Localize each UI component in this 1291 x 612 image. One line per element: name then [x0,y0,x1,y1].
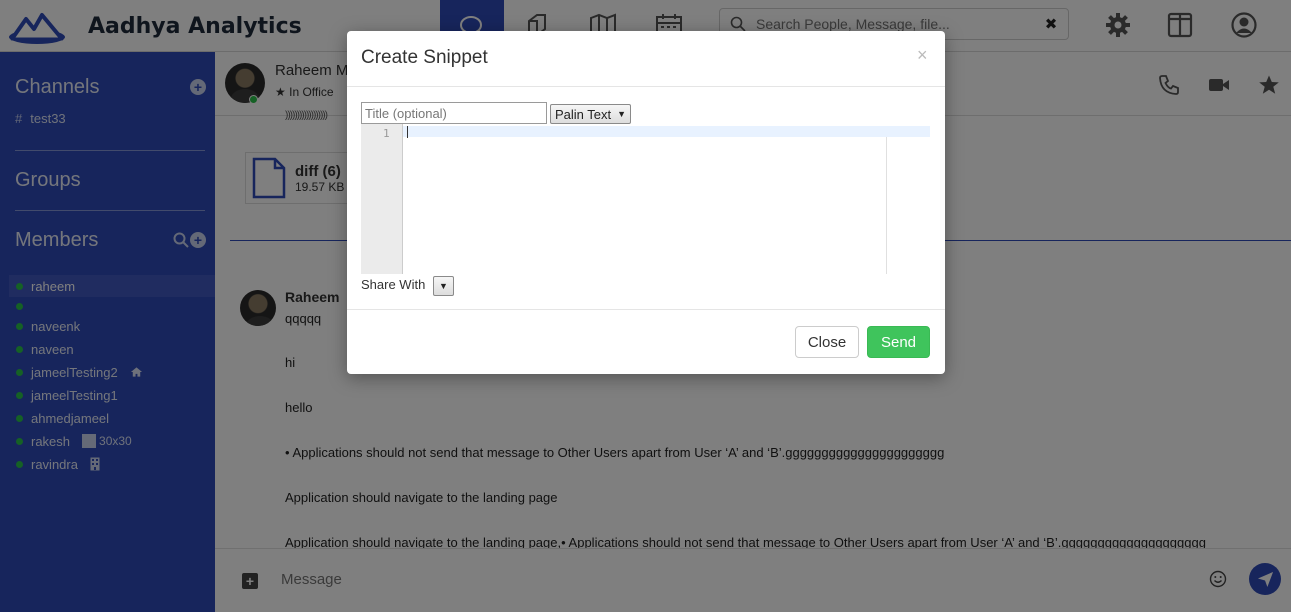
dialog-title: Create Snippet [361,47,488,68]
close-button[interactable]: Close [795,326,859,358]
active-line-highlight [403,126,930,137]
snippet-title-input[interactable] [361,102,547,124]
dropdown-arrow-icon: ▼ [439,281,448,291]
line-number: 1 [383,127,390,140]
text-cursor [407,126,408,138]
editor-gutter [361,124,403,274]
create-snippet-dialog: Create Snippet × Palin Text ▼ 1 Share Wit… [347,31,945,374]
editor-scrollbar[interactable] [886,137,887,274]
dropdown-arrow-icon: ▼ [617,109,627,119]
share-with-label: Share With [361,277,426,292]
dialog-footer-divider [347,309,945,310]
dialog-header-divider [347,86,945,87]
language-select[interactable]: Palin Text ▼ [550,104,632,124]
share-with-select[interactable]: ▼ [433,276,454,296]
code-editor[interactable]: 1 [361,124,930,274]
language-select-value: Palin Text [555,106,612,122]
send-snippet-button[interactable]: Send [867,326,930,358]
dialog-close-icon[interactable]: × [917,45,928,66]
